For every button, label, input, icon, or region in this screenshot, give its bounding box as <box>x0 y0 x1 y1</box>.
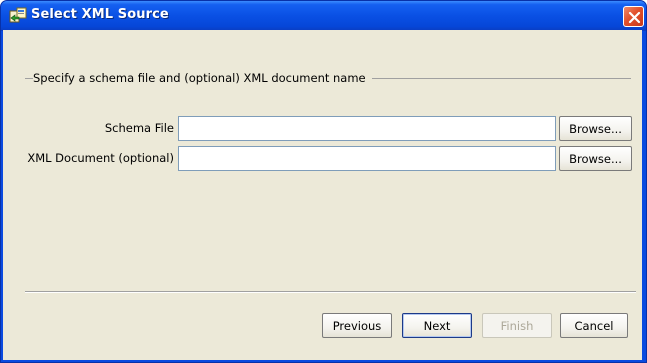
schema-file-label: Schema File <box>104 121 174 135</box>
xml-source-icon <box>9 7 27 24</box>
xml-document-label: XML Document (optional) <box>27 151 174 165</box>
group-border-left <box>25 78 33 79</box>
footer-separator-highlight <box>25 292 636 293</box>
window-title: Select XML Source <box>31 7 169 22</box>
previous-button[interactable]: Previous <box>322 313 392 338</box>
close-button[interactable] <box>623 6 644 27</box>
xml-document-input[interactable] <box>178 146 556 171</box>
next-button[interactable]: Next <box>402 313 472 338</box>
title-bar[interactable]: Select XML Source <box>1 1 646 31</box>
xml-browse-button[interactable]: Browse... <box>559 146 632 171</box>
group-title: Specify a schema file and (optional) XML… <box>33 71 366 85</box>
finish-button[interactable]: Finish <box>482 313 552 338</box>
group-border-right <box>372 78 631 79</box>
schema-browse-button[interactable]: Browse... <box>559 116 632 141</box>
cancel-button[interactable]: Cancel <box>560 313 628 338</box>
schema-file-input[interactable] <box>178 116 556 141</box>
